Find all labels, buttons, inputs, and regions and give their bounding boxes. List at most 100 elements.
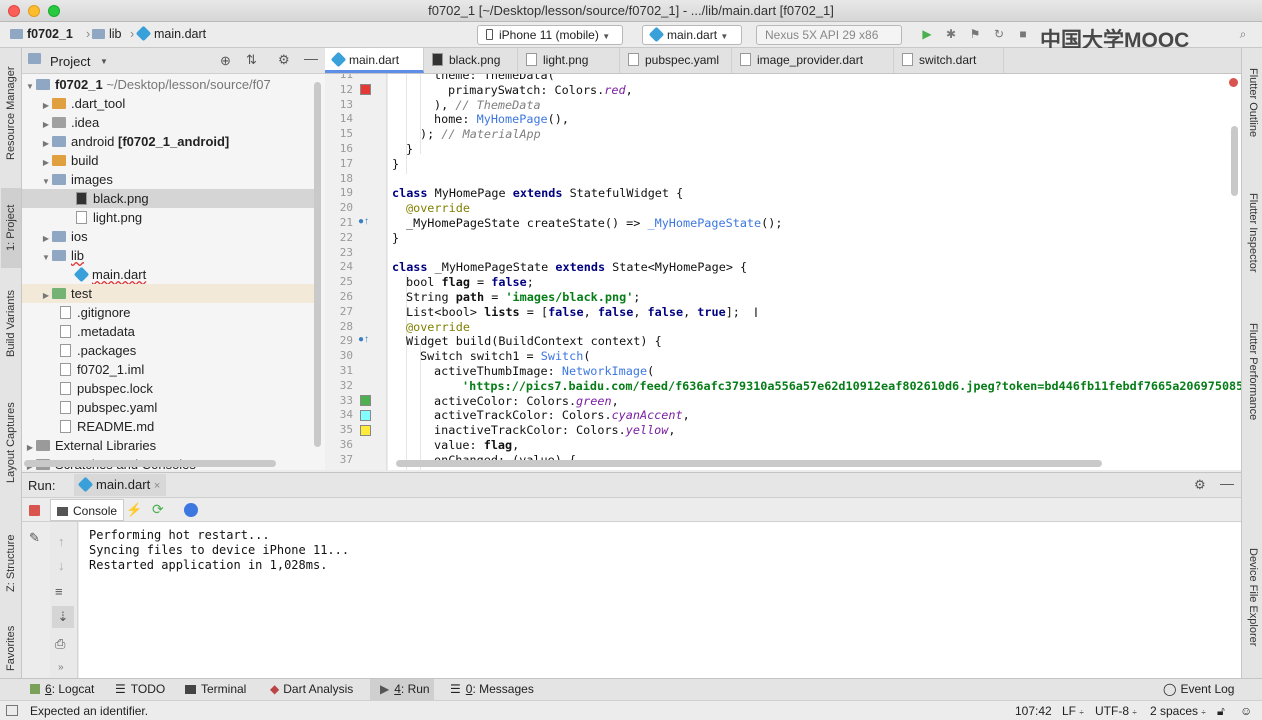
soft-wrap-icon[interactable]: ≡ — [55, 584, 63, 599]
tab-terminal[interactable]: Terminal — [185, 682, 246, 696]
code-editor[interactable]: theme: ThemeData( primarySwatch: Colors.… — [388, 74, 1241, 470]
zoom-window-button[interactable] — [48, 5, 60, 17]
tool-flutter-performance[interactable]: Flutter Performance — [1243, 323, 1262, 448]
error-indicator-icon[interactable] — [1229, 78, 1238, 87]
reload-icon[interactable]: ↻ — [992, 27, 1006, 41]
tab-pubspec-yaml[interactable]: pubspec.yaml — [620, 48, 732, 73]
tree-item[interactable]: .metadata — [22, 322, 317, 341]
tree-item[interactable]: README.md — [22, 417, 317, 436]
tree-item[interactable]: ▼ lib — [22, 246, 317, 265]
hot-reload-icon[interactable]: ⚡ — [126, 502, 142, 518]
tree-item-selected[interactable]: black.png — [22, 189, 317, 208]
tree-item[interactable]: ▶ ios — [22, 227, 317, 246]
tool-resource-manager[interactable]: Resource Manager — [1, 58, 21, 168]
tree-item[interactable]: pubspec.lock — [22, 379, 317, 398]
color-swatch-yellow[interactable] — [360, 425, 371, 436]
more-icon[interactable]: » — [58, 662, 64, 673]
pin-icon[interactable]: ✎ — [29, 530, 40, 546]
minimize-window-button[interactable] — [28, 5, 40, 17]
hide-icon[interactable]: — — [1220, 475, 1234, 491]
tab-run[interactable]: ▶ 4: Run — [380, 682, 430, 696]
chevron-down-icon[interactable]: ▼ — [100, 57, 108, 66]
tab-light-png[interactable]: light.png — [518, 48, 620, 73]
arrow-down-icon[interactable]: ↓ — [58, 558, 65, 573]
tab-main-dart[interactable]: main.dart — [325, 48, 424, 73]
project-scrollbar-horizontal[interactable] — [24, 460, 276, 467]
tab-event-log[interactable]: ◯ Event Log — [1163, 682, 1234, 696]
line-separator[interactable]: LF ÷ — [1062, 704, 1084, 718]
console-output[interactable]: Performing hot restart... Syncing files … — [79, 522, 1241, 678]
hide-icon[interactable]: — — [304, 50, 318, 66]
override-marker-icon[interactable]: ●↑ — [358, 216, 369, 227]
tab-switch-dart[interactable]: switch.dart — [894, 48, 1004, 73]
tab-dart-analysis[interactable]: ◆ Dart Analysis — [270, 682, 353, 696]
tool-device-file-explorer[interactable]: Device File Explorer — [1243, 548, 1262, 673]
tree-item[interactable]: main.dart — [22, 265, 317, 284]
breadcrumb-file[interactable]: main.dart — [135, 25, 206, 42]
tree-item[interactable]: ▶ .idea — [22, 113, 317, 132]
tool-build-variants[interactable]: Build Variants — [1, 283, 21, 363]
breadcrumb-folder[interactable]: lib — [92, 27, 122, 41]
color-swatch-cyan[interactable] — [360, 410, 371, 421]
file-encoding[interactable]: UTF-8 ÷ — [1095, 704, 1137, 718]
close-icon[interactable]: × — [154, 480, 160, 492]
cursor-position[interactable]: 107:42 — [1015, 704, 1052, 718]
attach-icon[interactable]: ⚑ — [968, 27, 982, 41]
tab-messages[interactable]: ☰ 0: Messages — [450, 682, 534, 696]
tree-item[interactable]: ▶ External Libraries — [22, 436, 317, 455]
tab-black-png[interactable]: black.png — [424, 48, 518, 73]
editor-scrollbar-vertical[interactable] — [1231, 126, 1238, 196]
console-tab[interactable]: Console — [50, 499, 125, 521]
override-marker-icon[interactable]: ●↑ — [358, 334, 369, 345]
tab-todo[interactable]: ☰ TODO — [115, 682, 165, 696]
tree-root[interactable]: ▼ f0702_1 ~/Desktop/lesson/source/f07 — [22, 75, 317, 94]
tool-project[interactable]: 1: Project — [1, 188, 21, 268]
color-swatch-green[interactable] — [360, 395, 371, 406]
lock-icon[interactable]: 🔓︎ — [1217, 704, 1225, 719]
tool-flutter-inspector[interactable]: Flutter Inspector — [1243, 193, 1262, 303]
indent-setting[interactable]: 2 spaces ÷ — [1150, 704, 1206, 718]
tool-favorites[interactable]: Favorites — [1, 618, 21, 678]
tree-item[interactable]: ▶ test — [22, 284, 317, 303]
close-window-button[interactable] — [8, 5, 20, 17]
project-view-selector[interactable]: Project — [50, 54, 90, 69]
tool-flutter-outline[interactable]: Flutter Outline — [1243, 68, 1262, 168]
stop-icon[interactable] — [29, 505, 40, 516]
tree-item[interactable]: ▶ android [f0702_1_android] — [22, 132, 317, 151]
tree-item[interactable]: ▼ images — [22, 170, 317, 189]
devtools-icon[interactable] — [184, 503, 198, 517]
panel-toggle-icon[interactable] — [6, 705, 18, 716]
editor-scrollbar-horizontal[interactable] — [396, 460, 1102, 467]
tool-layout-captures[interactable]: Layout Captures — [1, 388, 21, 498]
gear-icon[interactable]: ⚙ — [278, 52, 290, 68]
arrow-up-icon[interactable]: ↑ — [58, 534, 65, 549]
run-config-selector[interactable]: main.dart ▼ — [642, 25, 742, 45]
tab-logcat[interactable]: 6: Logcat — [30, 682, 94, 696]
tree-item[interactable]: pubspec.yaml — [22, 398, 317, 417]
tab-image-provider-dart[interactable]: image_provider.dart — [732, 48, 894, 73]
tree-item[interactable]: .gitignore — [22, 303, 317, 322]
color-swatch-red[interactable] — [360, 84, 371, 95]
search-icon[interactable]: ⌕ — [1236, 27, 1250, 41]
tree-item[interactable]: .packages — [22, 341, 317, 360]
project-scrollbar-vertical[interactable] — [314, 82, 321, 447]
gear-icon[interactable]: ⚙ — [1194, 477, 1206, 493]
tree-item[interactable]: ▶ build — [22, 151, 317, 170]
stop-icon[interactable]: ■ — [1016, 27, 1030, 41]
device-selector[interactable]: iPhone 11 (mobile) ▼ — [477, 25, 623, 45]
inspector-icon[interactable]: ☺ — [1240, 704, 1252, 718]
breadcrumb-project[interactable]: f0702_1 — [10, 27, 73, 41]
debug-icon[interactable]: ✱ — [944, 27, 958, 41]
print-icon[interactable]: ⎙ — [55, 636, 65, 652]
tree-item[interactable]: ▶ .dart_tool — [22, 94, 317, 113]
run-icon[interactable]: ▶ — [920, 27, 934, 41]
tool-structure[interactable]: Z: Structure — [1, 523, 21, 603]
tree-item[interactable]: light.png — [22, 208, 317, 227]
collapse-icon[interactable]: ⇅ — [246, 52, 257, 68]
tree-item[interactable]: f0702_1.iml — [22, 360, 317, 379]
scroll-to-end-icon[interactable]: ⇣ — [52, 606, 74, 628]
emulator-selector[interactable]: Nexus 5X API 29 x86 — [756, 25, 902, 45]
locate-icon[interactable]: ⊕ — [220, 53, 231, 69]
run-tab-main-dart[interactable]: main.dart × — [74, 474, 167, 496]
hot-restart-icon[interactable]: ⟳ — [152, 501, 164, 518]
